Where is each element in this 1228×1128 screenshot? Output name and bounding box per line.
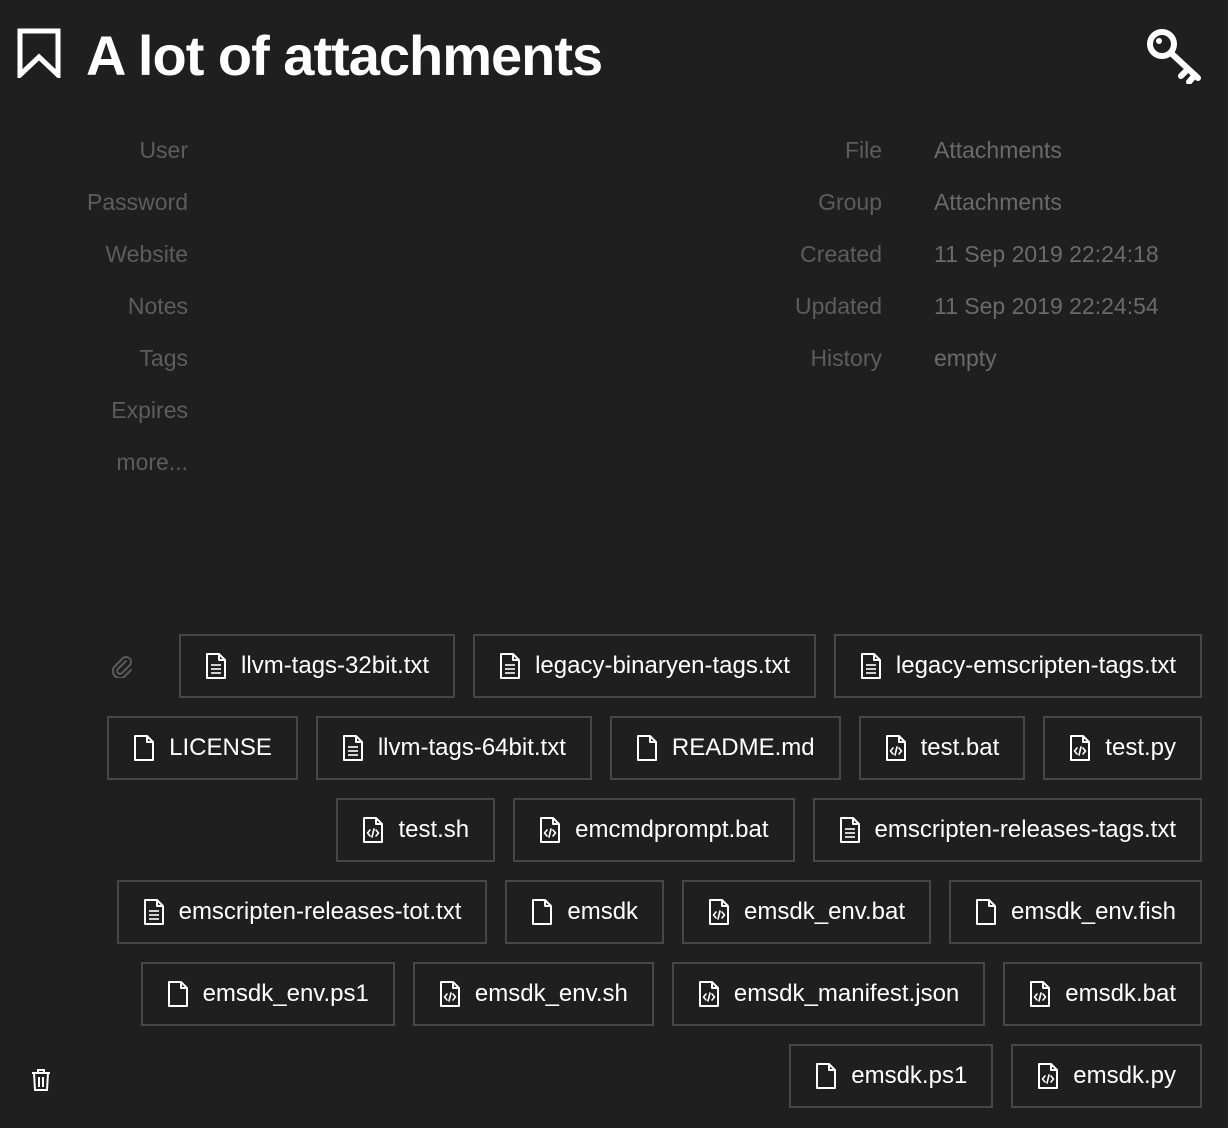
attachment-name: emsdk_env.fish xyxy=(1011,898,1176,925)
field-label-website[interactable]: Website xyxy=(0,228,188,280)
attachment-name: test.sh xyxy=(398,816,470,843)
field-label-more[interactable]: more... xyxy=(0,436,188,488)
field-label-tags[interactable]: Tags xyxy=(0,332,188,384)
field-row-updated: Updated 11 Sep 2019 22:24:54 xyxy=(700,280,1159,332)
field-value-file[interactable]: Attachments xyxy=(934,124,1062,176)
attachment-name: emscripten-releases-tot.txt xyxy=(178,898,462,925)
attachment-name: legacy-binaryen-tags.txt xyxy=(535,652,790,679)
attachment-readme-md[interactable]: README.md xyxy=(609,716,841,780)
attachment-test-sh[interactable]: test.sh xyxy=(336,798,496,862)
field-row-created: Created 11 Sep 2019 22:24:18 xyxy=(700,228,1159,280)
attachment-emscripten-releases-tags-txt[interactable]: emscripten-releases-tags.txt xyxy=(812,798,1202,862)
attachment-llvm-tags-32bit-txt[interactable]: llvm-tags-32bit.txt xyxy=(179,634,456,698)
file-icon xyxy=(531,899,567,925)
trash-icon[interactable] xyxy=(30,1068,52,1092)
file-code-icon xyxy=(698,981,734,1007)
file-code-icon xyxy=(1069,735,1105,761)
file-code-icon xyxy=(708,899,744,925)
file-text-icon xyxy=(839,817,875,843)
attachment-emsdk-ps1[interactable]: emsdk.ps1 xyxy=(789,1044,994,1108)
file-code-icon xyxy=(439,981,475,1007)
field-label-group: Group xyxy=(818,189,882,215)
attachment-emcmdprompt-bat[interactable]: emcmdprompt.bat xyxy=(513,798,795,862)
attachments-area: llvm-tags-32bit.txt legacy-binaryen-tags.… xyxy=(60,634,1202,1108)
attachment-name: emsdk xyxy=(567,898,639,925)
attachment-name: test.bat xyxy=(920,734,1000,761)
file-code-icon xyxy=(1037,1063,1073,1089)
attachment-emsdk-bat[interactable]: emsdk.bat xyxy=(1003,962,1202,1026)
field-label-expires[interactable]: Expires xyxy=(0,384,188,436)
attachment-name: llvm-tags-32bit.txt xyxy=(241,652,430,679)
attachment-name: emcmdprompt.bat xyxy=(575,816,769,843)
file-text-icon xyxy=(342,735,378,761)
field-value-created[interactable]: 11 Sep 2019 22:24:18 xyxy=(934,228,1159,280)
attachment-name: emsdk_env.ps1 xyxy=(202,980,369,1007)
field-value-history[interactable]: empty xyxy=(934,332,997,384)
attachment-name: emsdk_env.sh xyxy=(474,980,628,1007)
file-code-icon xyxy=(539,817,575,843)
attachment-emsdk-env-bat[interactable]: emsdk_env.bat xyxy=(682,880,932,944)
attachment-llvm-tags-64bit-txt[interactable]: llvm-tags-64bit.txt xyxy=(315,716,592,780)
field-row-file: File Attachments xyxy=(700,124,1159,176)
file-code-icon xyxy=(1029,981,1065,1007)
file-code-icon xyxy=(362,817,398,843)
attachment-name: emscripten-releases-tags.txt xyxy=(874,816,1176,843)
field-label-password[interactable]: Password xyxy=(0,176,188,228)
file-text-icon xyxy=(205,653,241,679)
bookmark-icon[interactable] xyxy=(16,28,62,78)
key-icon[interactable] xyxy=(1144,26,1206,84)
entry-fields-left: User Password Website Notes Tags Expires more.… xyxy=(0,124,188,488)
attachment-emsdk-manifest-json[interactable]: emsdk_manifest.json xyxy=(671,962,986,1026)
file-code-icon xyxy=(885,735,921,761)
field-row-group: Group Attachments xyxy=(700,176,1159,228)
paperclip-icon xyxy=(107,634,137,698)
field-label-created: Created xyxy=(800,241,882,267)
field-label-notes[interactable]: Notes xyxy=(0,280,188,332)
attachment-emsdk-env-fish[interactable]: emsdk_env.fish xyxy=(949,880,1202,944)
attachment-emsdk-env-sh[interactable]: emsdk_env.sh xyxy=(412,962,654,1026)
attachment-emscripten-releases-tot-txt[interactable]: emscripten-releases-tot.txt xyxy=(116,880,488,944)
attachment-name: llvm-tags-64bit.txt xyxy=(377,734,566,761)
file-text-icon xyxy=(499,653,535,679)
attachment-legacy-binaryen-tags-txt[interactable]: legacy-binaryen-tags.txt xyxy=(473,634,816,698)
attachment-test-bat[interactable]: test.bat xyxy=(858,716,1026,780)
attachment-name: emsdk_manifest.json xyxy=(733,980,960,1007)
file-icon xyxy=(815,1063,851,1089)
attachment-emsdk[interactable]: emsdk xyxy=(505,880,665,944)
attachment-legacy-emscripten-tags-txt[interactable]: legacy-emscripten-tags.txt xyxy=(833,634,1202,698)
file-text-icon xyxy=(860,653,896,679)
attachment-name: emsdk.ps1 xyxy=(851,1062,968,1089)
field-label-updated: Updated xyxy=(795,293,882,319)
attachment-license[interactable]: LICENSE xyxy=(107,716,298,780)
file-icon xyxy=(636,735,672,761)
attachment-name: README.md xyxy=(671,734,815,761)
attachment-emsdk-py[interactable]: emsdk.py xyxy=(1011,1044,1202,1108)
entry-fields-right: File Attachments Group Attachments Created 11… xyxy=(700,124,1159,384)
field-label-history: History xyxy=(810,345,882,371)
file-icon xyxy=(133,735,169,761)
attachment-name: test.py xyxy=(1105,734,1176,761)
attachment-emsdk-env-ps1[interactable]: emsdk_env.ps1 xyxy=(140,962,395,1026)
field-value-group[interactable]: Attachments xyxy=(934,176,1062,228)
attachment-name: LICENSE xyxy=(169,734,272,761)
attachment-name: emsdk.py xyxy=(1073,1062,1176,1089)
entry-title[interactable]: A lot of attachments xyxy=(86,20,603,92)
file-icon xyxy=(167,981,203,1007)
attachment-test-py[interactable]: test.py xyxy=(1043,716,1202,780)
file-text-icon xyxy=(143,899,179,925)
attachment-name: emsdk_env.bat xyxy=(744,898,906,925)
field-row-history: History empty xyxy=(700,332,1159,384)
attachment-name: emsdk.bat xyxy=(1065,980,1176,1007)
field-label-file: File xyxy=(844,137,882,163)
field-value-updated[interactable]: 11 Sep 2019 22:24:54 xyxy=(934,280,1159,332)
field-label-user[interactable]: User xyxy=(0,124,188,176)
attachment-name: legacy-emscripten-tags.txt xyxy=(895,652,1176,679)
file-icon xyxy=(975,899,1011,925)
